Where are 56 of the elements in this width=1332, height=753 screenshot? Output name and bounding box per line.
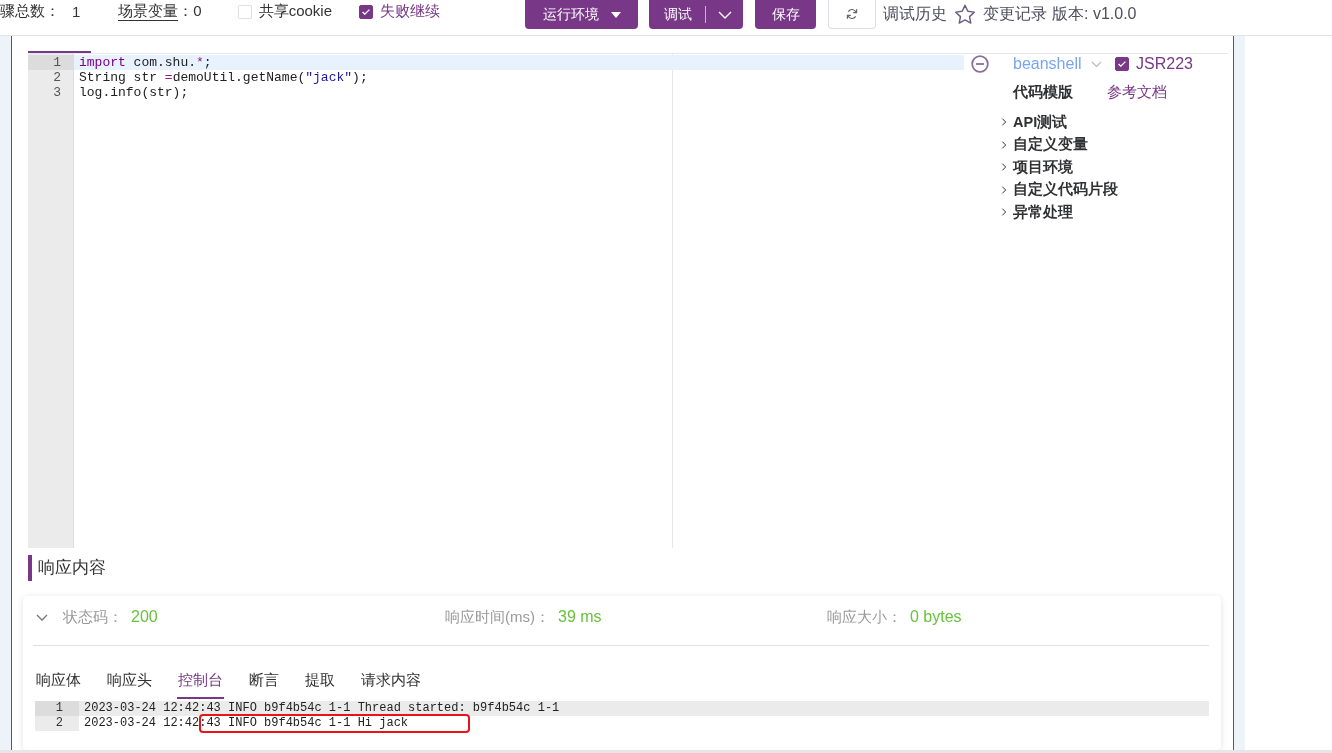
chevron-right-icon[interactable] (1000, 138, 1008, 151)
template-item[interactable]: 自定义变量 (1013, 135, 1088, 155)
primary-button[interactable]: 保存 (755, 0, 816, 29)
scene-variables-value: ：0 (178, 2, 202, 21)
active-tab-indicator (28, 51, 91, 53)
dropdown-button[interactable]: 运行环境 (525, 0, 638, 29)
checkmark-icon (1118, 61, 1126, 67)
code-line: log.info(str); (78, 85, 190, 100)
checkbox[interactable] (1115, 57, 1129, 71)
metric-value: 39 ms (558, 608, 602, 626)
template-title: 代码模版 (1013, 82, 1073, 102)
chevron-down-icon (718, 10, 732, 19)
step-count-value: 1 (72, 3, 81, 20)
chevron-right-icon[interactable] (1000, 183, 1008, 196)
metric-value: 0 bytes (910, 608, 962, 626)
template-item[interactable]: 项目环境 (1013, 157, 1073, 177)
tab[interactable]: 提取 (304, 663, 336, 699)
minus-circle-icon[interactable] (971, 55, 989, 73)
metric-label: 响应时间(ms)： (445, 607, 550, 627)
chevron-down-icon[interactable] (36, 613, 48, 621)
caret-down-icon (610, 11, 621, 18)
tab[interactable]: 请求内容 (360, 663, 422, 699)
line-number: 2 (52, 70, 62, 85)
checkbox-label: 失败继续 (380, 2, 441, 21)
line-number: 3 (52, 85, 62, 100)
step-count-label: 骤总数： (0, 2, 60, 21)
metric-label: 响应大小： (827, 607, 902, 627)
star-icon[interactable] (954, 4, 976, 25)
tab[interactable]: 断言 (248, 663, 280, 699)
metric-value: 200 (131, 608, 158, 626)
metric-label: 状态码： (63, 607, 123, 627)
checkmark-icon (362, 8, 371, 15)
checkbox-label: JSR223 (1136, 55, 1193, 73)
change-log-link[interactable]: 变更记录 (983, 4, 1047, 25)
chevron-down-icon (1091, 60, 1102, 68)
line-number: 1 (35, 701, 79, 716)
template-item[interactable]: API测试 (1013, 112, 1068, 132)
version-label: 版本: v1.0.0 (1052, 4, 1137, 24)
code-line: String str =demoUtil.getName("jack"); (78, 70, 369, 85)
line-number: 1 (28, 55, 73, 70)
code-editor[interactable]: 1 2 3 import com.shu.*; String str =demoUtil.getName("jack"); log.info(str); (28, 54, 964, 548)
template-item[interactable]: 异常处理 (1013, 202, 1073, 222)
refresh-icon (846, 8, 858, 20)
reference-docs-link[interactable]: 参考文档 (1107, 82, 1167, 102)
line-number: 2 (54, 716, 64, 731)
split-button[interactable]: 调试 (649, 0, 743, 29)
tab[interactable]: 响应头 (106, 663, 153, 699)
template-item[interactable]: 自定义代码片段 (1013, 180, 1118, 200)
scene-variables-link[interactable]: 场景变量 (118, 2, 179, 21)
debug-history-link[interactable]: 调试历史 (883, 4, 947, 25)
tab[interactable]: 控制台 (177, 663, 224, 699)
tab[interactable]: 响应体 (35, 663, 82, 699)
refresh-button[interactable] (828, 0, 876, 29)
checkbox-label: 共享cookie (258, 2, 333, 21)
section-title: 响应内容 (28, 555, 118, 581)
checkbox[interactable] (359, 4, 374, 19)
